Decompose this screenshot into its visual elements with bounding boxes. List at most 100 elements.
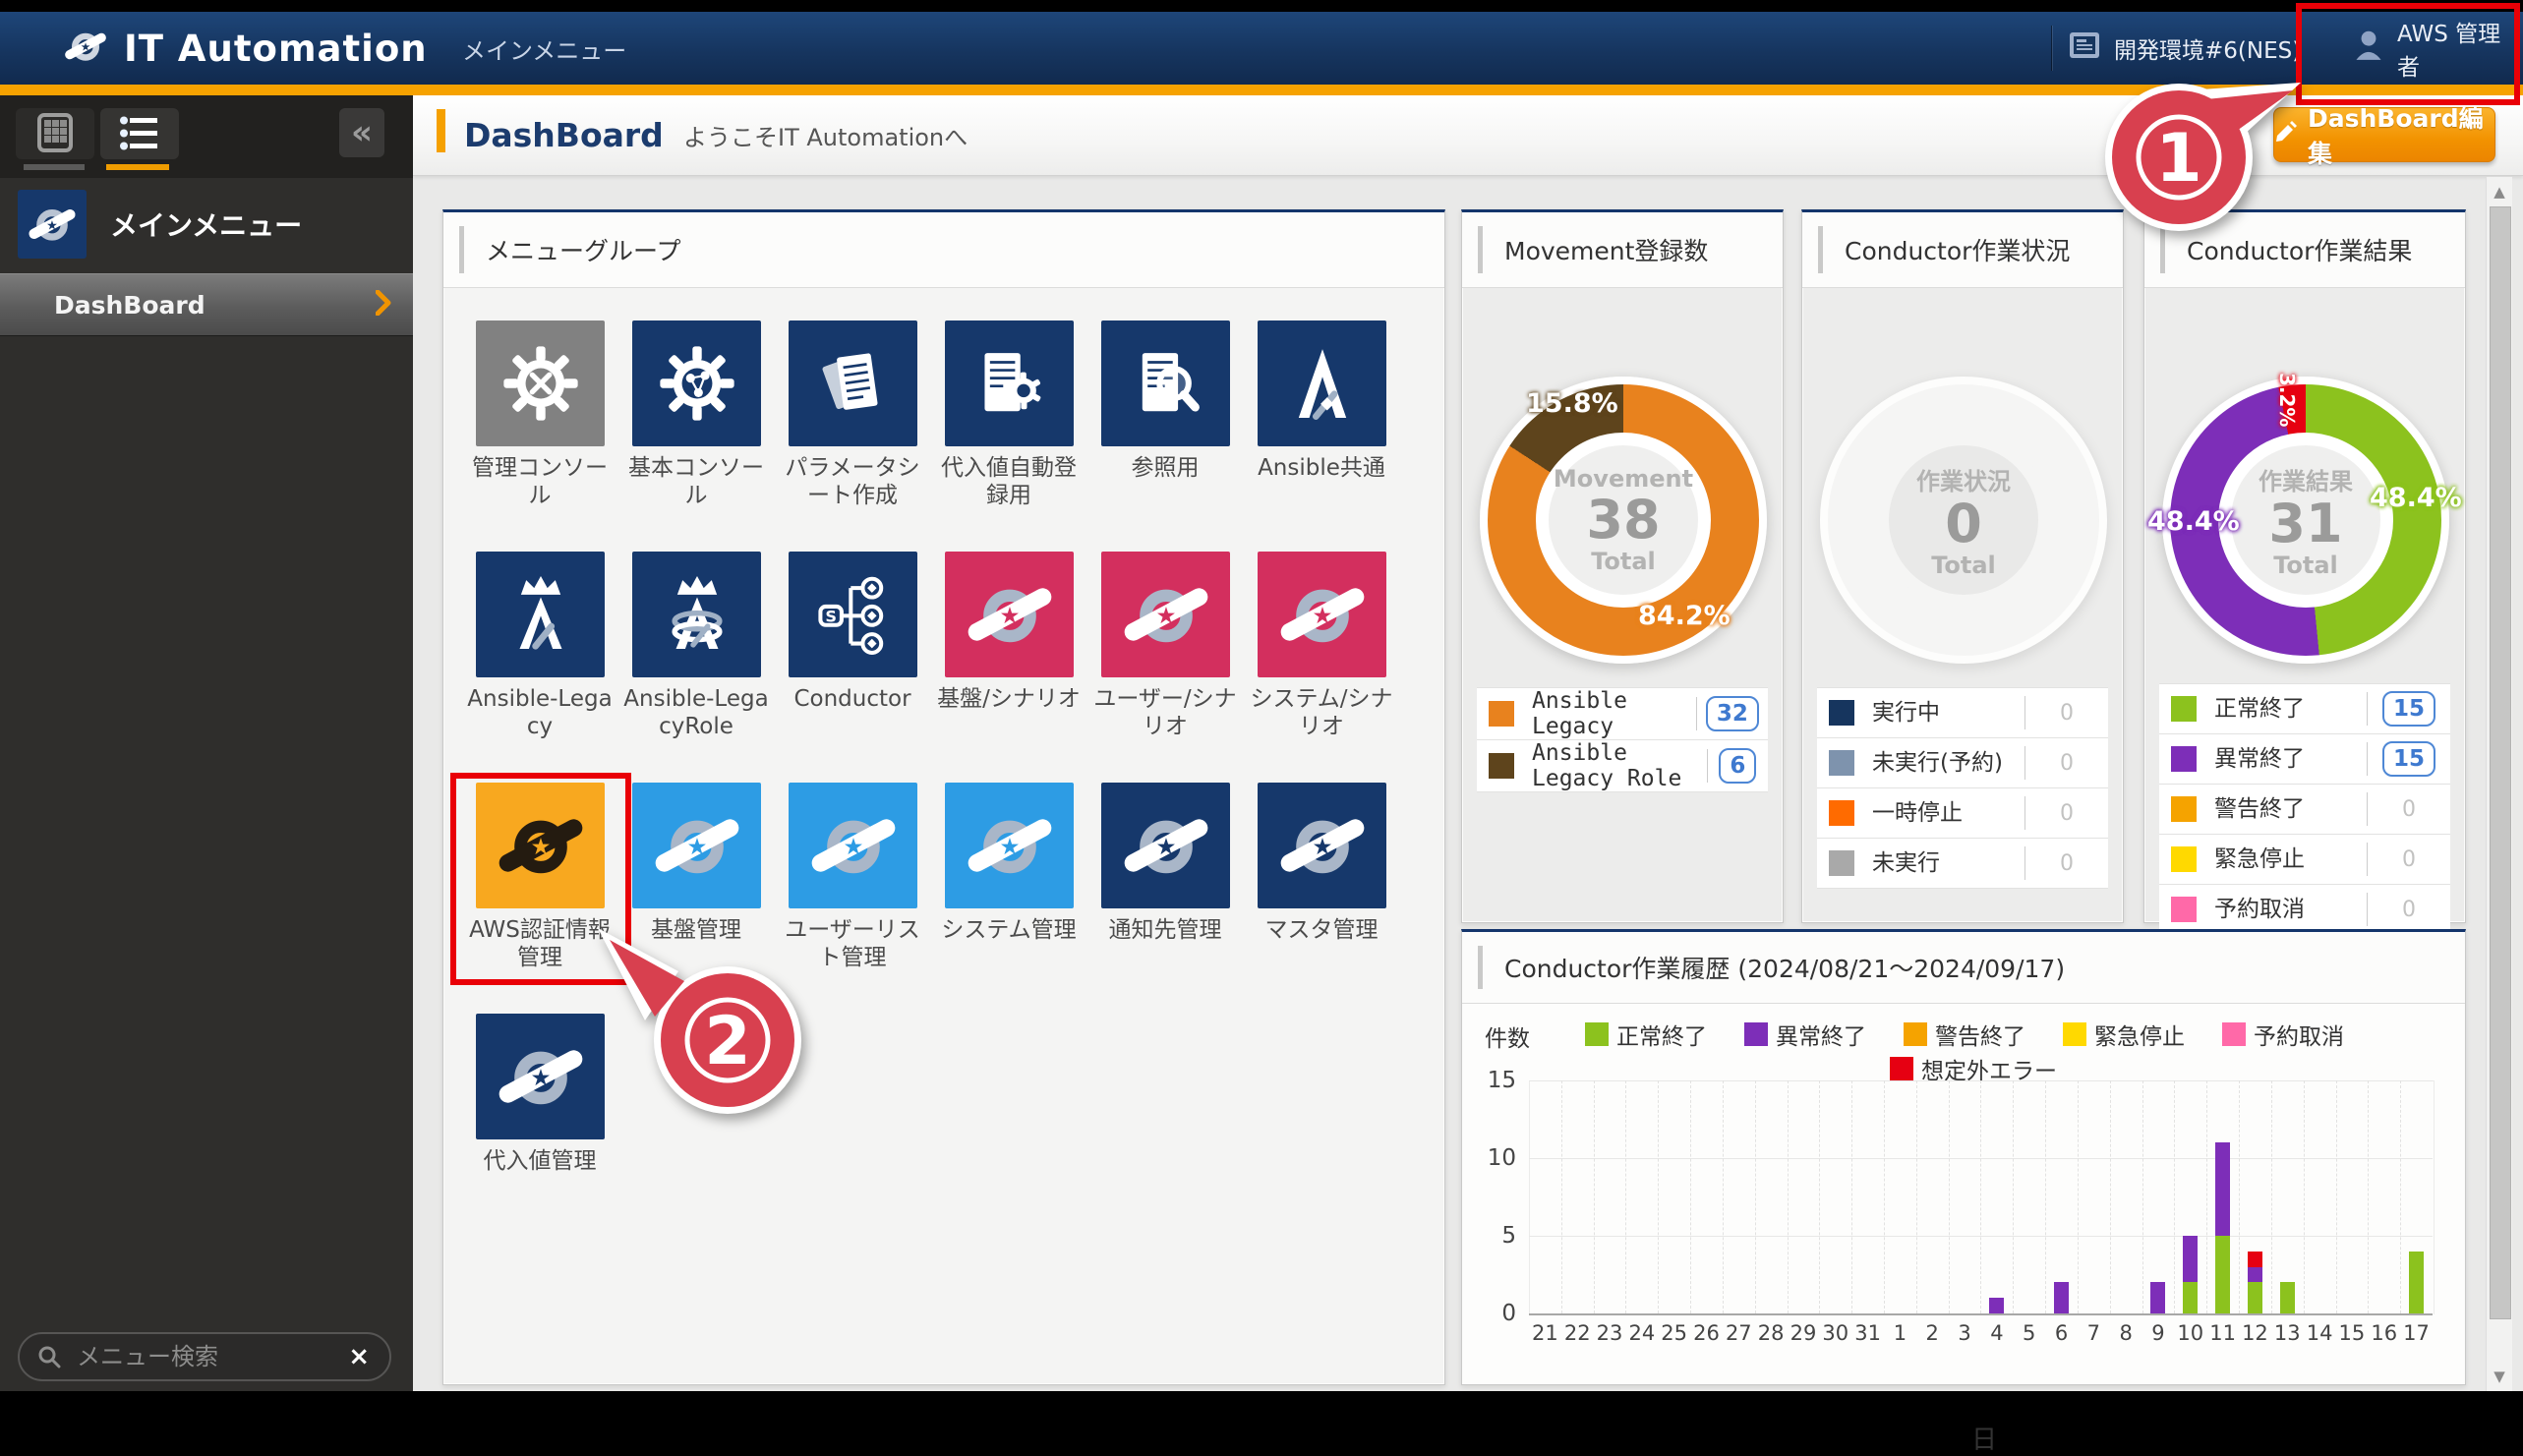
vertical-scrollbar[interactable]: ▲ ▼ bbox=[2486, 177, 2512, 1391]
donut-center-total: 38 bbox=[1586, 493, 1660, 548]
history-legend-item: 緊急停止 bbox=[2063, 1018, 2185, 1051]
menu-tile-label: マスタ管理 bbox=[1243, 916, 1400, 944]
menu-tile-label: 基本コンソール bbox=[617, 454, 775, 509]
legend-row[interactable]: Ansible Legacy Role 6 bbox=[1477, 740, 1768, 792]
panel-accent-bar bbox=[1478, 946, 1483, 989]
sidebar-item-label: DashBoard bbox=[54, 291, 205, 320]
movement-pct-small: 15.8% bbox=[1526, 388, 1618, 419]
legend-row[interactable]: 異常終了 15 bbox=[2159, 734, 2450, 785]
menu-tile-18[interactable]: ★ bbox=[1258, 783, 1386, 908]
legend-swatch bbox=[2171, 846, 2197, 872]
menu-tile-9[interactable]: S bbox=[789, 552, 917, 677]
menu-tile-5[interactable] bbox=[1101, 320, 1230, 446]
legend-row[interactable]: 予約取消 0 bbox=[2159, 885, 2450, 935]
menu-tile-1[interactable] bbox=[476, 320, 605, 446]
legend-row[interactable]: 一時停止 0 bbox=[1817, 788, 2108, 839]
chevron-right-icon bbox=[376, 290, 391, 320]
sidebar: « ★ メインメニュー DashBoard × bbox=[0, 95, 413, 1391]
menu-tile-12[interactable]: ★ bbox=[1258, 552, 1386, 677]
legend-count: 0 bbox=[2025, 701, 2108, 726]
legend-count: 15 bbox=[2368, 741, 2450, 777]
menu-tile-11[interactable]: ★ bbox=[1101, 552, 1230, 677]
history-bar bbox=[2248, 1282, 2262, 1313]
legend-swatch bbox=[1829, 700, 1854, 726]
menu-tile-label: Ansible-LegacyRole bbox=[617, 685, 775, 740]
history-bar bbox=[2215, 1142, 2230, 1236]
donut-center-sublabel: Total bbox=[1931, 552, 1996, 579]
legend-label: 緊急停止 bbox=[2214, 846, 2305, 872]
svg-text:★: ★ bbox=[999, 833, 1020, 860]
legend-swatch bbox=[1744, 1022, 1768, 1046]
donut-center-label: 作業結果 bbox=[2259, 462, 2353, 496]
donut-center-label: 作業状況 bbox=[1916, 462, 2011, 496]
menu-search-input[interactable] bbox=[75, 1342, 324, 1371]
legend-swatch bbox=[2063, 1022, 2086, 1046]
menu-tile-14[interactable]: ★ bbox=[632, 783, 761, 908]
card-movement-body: Movement 38 Total 15.8% 84.2% Ansible Le… bbox=[1463, 288, 1782, 921]
menu-tile-label: 基盤/シナリオ bbox=[930, 685, 1087, 713]
legend-row[interactable]: 警告終了 0 bbox=[2159, 785, 2450, 835]
history-bar bbox=[2150, 1282, 2165, 1313]
menu-tile-17[interactable]: ★ bbox=[1101, 783, 1230, 908]
history-bar bbox=[2183, 1282, 2198, 1313]
legend-swatch bbox=[2171, 746, 2197, 772]
menu-tile-label: パラメータシート作成 bbox=[774, 454, 931, 509]
menu-tile-2[interactable] bbox=[632, 320, 761, 446]
menu-tile-4[interactable] bbox=[945, 320, 1074, 446]
scroll-down-arrow[interactable]: ▼ bbox=[2487, 1368, 2512, 1385]
history-bar bbox=[2183, 1236, 2198, 1282]
search-clear-button[interactable]: × bbox=[348, 1342, 370, 1371]
scroll-up-arrow[interactable]: ▲ bbox=[2487, 183, 2512, 201]
tab-grid-view[interactable] bbox=[16, 108, 94, 159]
search-icon bbox=[37, 1345, 61, 1369]
history-bar bbox=[2054, 1282, 2069, 1313]
legend-swatch bbox=[1904, 1022, 1927, 1046]
topbar-main-menu[interactable]: メインメニュー bbox=[462, 12, 626, 85]
menu-tile-label: システム管理 bbox=[930, 916, 1087, 944]
tab-list-view[interactable] bbox=[100, 108, 179, 159]
legend-row[interactable]: 未実行(予約) 0 bbox=[1817, 738, 2108, 788]
svg-text:★: ★ bbox=[999, 602, 1020, 629]
legend-row[interactable]: 実行中 0 bbox=[1817, 688, 2108, 738]
panel-accent-bar bbox=[1818, 226, 1823, 273]
legend-swatch bbox=[1585, 1022, 1609, 1046]
legend-swatch bbox=[1829, 850, 1854, 876]
annotation-balloon-1: 1 bbox=[2063, 26, 2309, 281]
edit-button-label: DashBoard編集 bbox=[2308, 99, 2494, 170]
legend-swatch bbox=[1489, 753, 1514, 779]
menu-tile-19[interactable]: ★ bbox=[476, 1014, 605, 1139]
legend-swatch bbox=[1829, 800, 1854, 826]
scrollbar-thumb[interactable] bbox=[2490, 206, 2511, 1319]
legend-label: 警告終了 bbox=[2214, 796, 2305, 822]
menu-tile-16[interactable]: ★ bbox=[945, 783, 1074, 908]
panel-accent-bar bbox=[1478, 226, 1483, 273]
menu-tile-label: 参照用 bbox=[1086, 454, 1244, 482]
annotation-balloon-2: 2 bbox=[590, 903, 855, 1168]
donut-center-sublabel: Total bbox=[2273, 552, 2338, 579]
menu-group-title: メニューグループ bbox=[486, 232, 681, 267]
sidebar-item-dashboard[interactable]: DashBoard bbox=[0, 273, 413, 336]
menu-tile-10[interactable]: ★ bbox=[945, 552, 1074, 677]
card-status-body: 作業状況 0 Total 実行中 0 未実行(予約) 0 一時停止 0 未実行 … bbox=[1803, 288, 2122, 921]
legend-row[interactable]: 正常終了 15 bbox=[2159, 684, 2450, 734]
menu-tile-8[interactable] bbox=[632, 552, 761, 677]
menu-tile-label: 通知先管理 bbox=[1086, 916, 1244, 944]
legend-label: Ansible Legacy Role bbox=[1532, 740, 1707, 791]
menu-tile-6[interactable] bbox=[1258, 320, 1386, 446]
menu-tile-7[interactable] bbox=[476, 552, 605, 677]
legend-count: 32 bbox=[1697, 696, 1768, 731]
legend-row[interactable]: Ansible Legacy 32 bbox=[1477, 688, 1768, 740]
movement-pct-big: 84.2% bbox=[1638, 601, 1731, 631]
card-movement-count: Movement登録数 Movement 38 Total 15.8% 84.2… bbox=[1461, 209, 1784, 923]
history-bar bbox=[1989, 1298, 2004, 1313]
menu-tile-15[interactable]: ★ bbox=[789, 783, 917, 908]
card-result-body: 作業結果 31 Total 48.4% 48.4% 3.2% 正常終了 15 異… bbox=[2145, 288, 2464, 921]
menu-tile-3[interactable] bbox=[789, 320, 917, 446]
legend-row[interactable]: 未実行 0 bbox=[1817, 839, 2108, 889]
app-logo[interactable]: ★ IT Automation bbox=[63, 24, 428, 73]
legend-row[interactable]: 緊急停止 0 bbox=[2159, 835, 2450, 885]
legend-swatch bbox=[1489, 701, 1514, 727]
app-logo-text: IT Automation bbox=[124, 28, 428, 70]
sidebar-collapse-button[interactable]: « bbox=[339, 108, 384, 157]
status-donut-chart[interactable]: 作業状況 0 Total bbox=[1820, 377, 2107, 664]
